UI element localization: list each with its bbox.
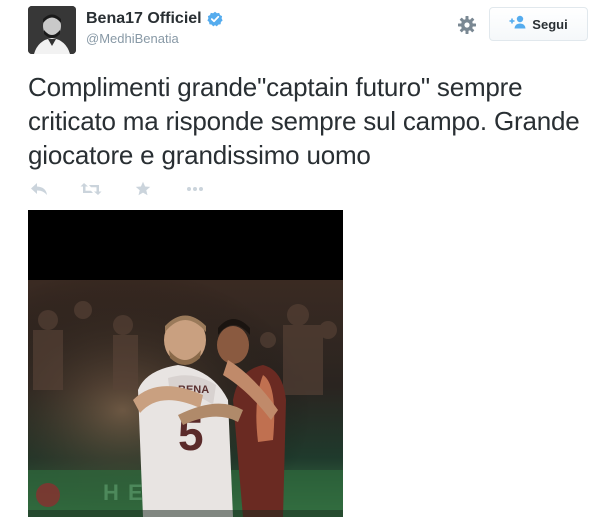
follow-button[interactable]: Segui: [489, 7, 588, 41]
svg-text:E: E: [128, 480, 143, 505]
retweet-icon[interactable]: [80, 178, 102, 200]
favorite-icon[interactable]: [132, 178, 154, 200]
display-name-text[interactable]: Bena17 Officiel: [86, 10, 202, 28]
avatar[interactable]: [28, 6, 76, 54]
reply-icon[interactable]: [28, 178, 50, 200]
tweet-header: Bena17 Officiel @MedhiBenatia Segui: [28, 6, 588, 56]
tweet-text: Complimenti grande"captain futuro" sempr…: [28, 72, 580, 170]
svg-text:H: H: [103, 480, 119, 505]
more-icon[interactable]: [184, 178, 206, 200]
author-handle[interactable]: @MedhiBenatia: [86, 31, 223, 46]
author-names: Bena17 Officiel @MedhiBenatia: [86, 10, 223, 46]
follow-person-icon: [509, 15, 527, 34]
verified-badge-icon: [207, 11, 223, 27]
author-display-name[interactable]: Bena17 Officiel: [86, 10, 223, 28]
tweet-photo[interactable]: H E BENA 5: [28, 210, 343, 517]
gear-icon[interactable]: [457, 15, 477, 35]
follow-button-label: Segui: [532, 16, 568, 32]
tweet-actions: [28, 178, 236, 200]
